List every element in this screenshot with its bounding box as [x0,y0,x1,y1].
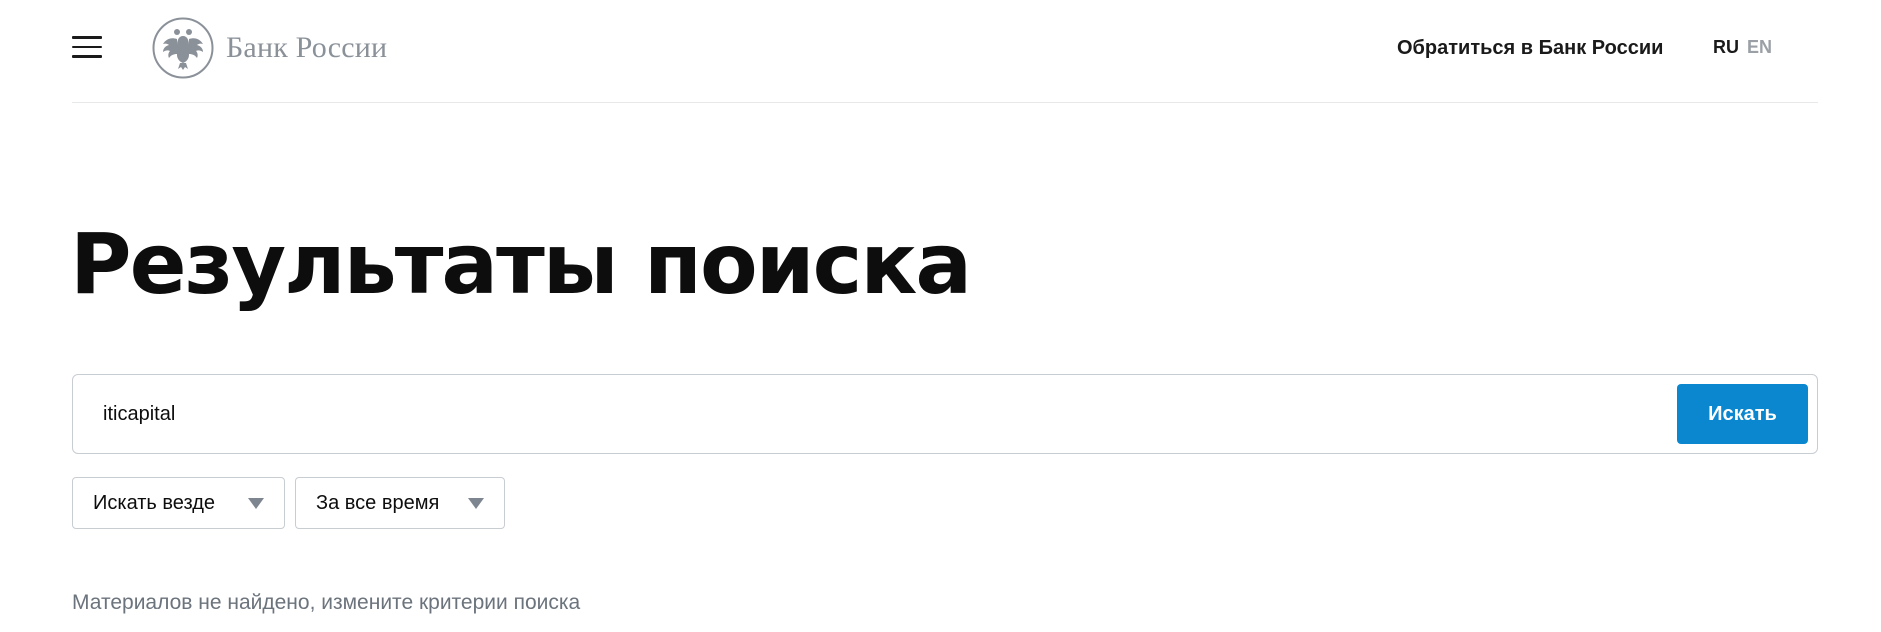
search-scope-label: Искать везде [93,491,215,514]
lang-en-link[interactable]: EN [1747,37,1772,58]
lang-ru-link[interactable]: RU [1713,37,1739,58]
no-results-message: Материалов не найдено, измените критерии… [72,591,581,614]
page-title: Результаты поиска [70,215,972,313]
emblem-icon [152,17,214,79]
logo-link[interactable]: Банк России [152,17,387,79]
menu-icon-bar [72,45,102,48]
dropdown-arrow-icon [468,498,484,509]
search-button[interactable]: Искать [1677,384,1808,444]
search-scope-dropdown[interactable]: Искать везде [72,477,285,529]
site-header: Банк России Обратиться в Банк России RU … [72,0,1818,103]
menu-icon-bar [72,55,102,58]
search-box: Искать [72,374,1818,454]
search-period-label: За все время [316,491,440,514]
dropdown-arrow-icon [248,498,264,509]
search-input[interactable] [103,375,1703,453]
logo-text: Банк России [226,31,388,64]
menu-icon[interactable] [72,36,102,58]
search-period-dropdown[interactable]: За все время [295,477,505,529]
contact-bank-link[interactable]: Обратиться в Банк России [1397,37,1663,60]
menu-icon-bar [72,36,102,39]
